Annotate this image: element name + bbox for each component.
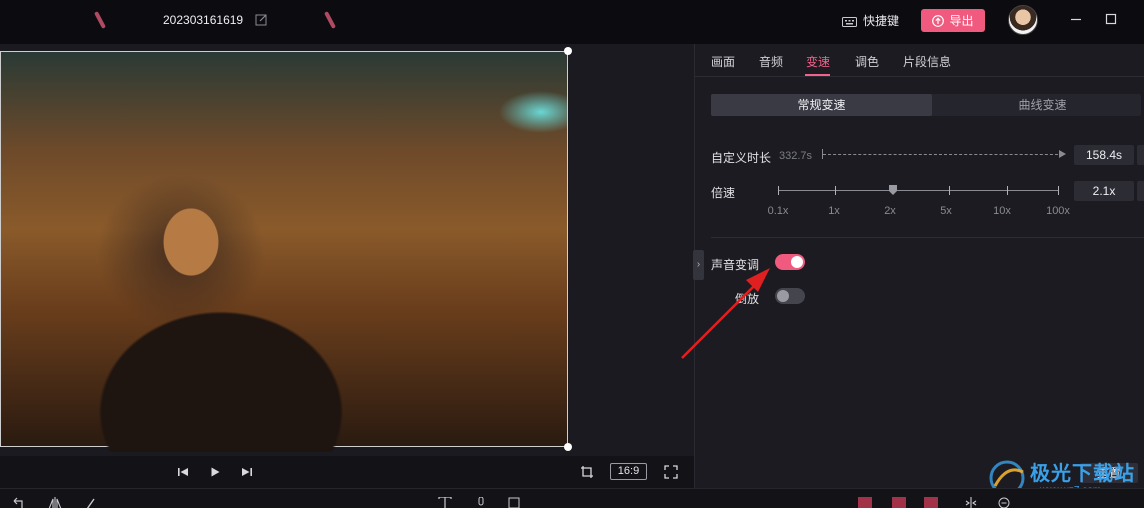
video-frame[interactable] bbox=[0, 51, 568, 452]
duration-stepper[interactable] bbox=[1137, 145, 1144, 165]
play-icon[interactable] bbox=[208, 465, 222, 479]
tab-audio[interactable]: 音频 bbox=[759, 53, 783, 70]
avatar[interactable] bbox=[1008, 5, 1038, 35]
pitch-change-toggle[interactable] bbox=[775, 254, 805, 270]
tick-label: 10x bbox=[993, 205, 1011, 217]
text-icon[interactable] bbox=[438, 497, 452, 508]
original-duration: 332.7s bbox=[779, 150, 813, 162]
speed-slider-thumb[interactable] bbox=[889, 185, 897, 195]
timeline-toolbar bbox=[0, 488, 1144, 508]
slider-tick bbox=[949, 186, 950, 195]
resize-handle-top-right[interactable] bbox=[564, 47, 572, 55]
tick-label: 2x bbox=[884, 205, 896, 217]
slider-tick bbox=[1058, 186, 1059, 195]
minimize-icon[interactable] bbox=[1069, 12, 1083, 26]
next-frame-icon[interactable] bbox=[240, 465, 254, 479]
decorative-stroke bbox=[94, 11, 106, 29]
record-icon[interactable] bbox=[508, 497, 522, 508]
track-icon[interactable] bbox=[858, 497, 872, 508]
previous-frame-icon[interactable] bbox=[176, 465, 190, 479]
split-icon[interactable] bbox=[964, 497, 978, 508]
upload-icon bbox=[932, 14, 945, 27]
speed-stepper[interactable] bbox=[1137, 181, 1144, 201]
duration-input[interactable]: 158.4s bbox=[1074, 145, 1134, 165]
panel-tabs: 画面 音频 变速 调色 片段信息 bbox=[695, 44, 1144, 77]
project-name[interactable]: 202303161619 bbox=[163, 13, 243, 27]
shortcut-label: 快捷键 bbox=[863, 14, 900, 28]
fullscreen-icon[interactable] bbox=[664, 465, 678, 479]
normal-speed-tab[interactable]: 常规变速 bbox=[711, 94, 932, 116]
audio-track-icon[interactable] bbox=[924, 497, 938, 508]
duration-dashed-line bbox=[823, 154, 1063, 155]
toggle-knob bbox=[791, 256, 803, 268]
tab-clip-info[interactable]: 片段信息 bbox=[903, 53, 951, 70]
annotation-arrow bbox=[681, 268, 770, 359]
aspect-ratio-button[interactable]: 16:9 bbox=[610, 463, 647, 480]
tab-picture[interactable]: 画面 bbox=[711, 53, 735, 70]
preview-area bbox=[0, 44, 694, 456]
active-tab-indicator bbox=[805, 74, 830, 76]
slider-tick bbox=[778, 186, 779, 195]
microphone-icon[interactable] bbox=[474, 497, 488, 508]
tick-label: 5x bbox=[940, 205, 952, 217]
brush-icon[interactable] bbox=[84, 497, 98, 508]
speed-mode-switch: 常规变速 曲线变速 bbox=[711, 94, 1141, 116]
tick-label: 100x bbox=[1046, 205, 1070, 217]
crop-icon[interactable] bbox=[580, 465, 594, 479]
duration-arrow bbox=[1059, 150, 1066, 158]
zoom-out-icon[interactable] bbox=[998, 497, 1012, 508]
mirror-icon[interactable] bbox=[48, 497, 62, 508]
edit-icon[interactable] bbox=[255, 13, 268, 26]
shortcut-button[interactable]: 快捷键 bbox=[842, 12, 899, 29]
reverse-toggle[interactable] bbox=[775, 288, 805, 304]
video-subject bbox=[41, 182, 401, 452]
keyboard-icon bbox=[842, 16, 857, 27]
playback-bar: 16:9 bbox=[0, 456, 694, 488]
slider-tick bbox=[1007, 186, 1008, 195]
tick-label: 1x bbox=[828, 205, 840, 217]
slider-tick bbox=[835, 186, 836, 195]
custom-duration-label: 自定义时长 bbox=[711, 151, 772, 165]
section-divider bbox=[711, 237, 1144, 238]
speed-slider[interactable] bbox=[778, 190, 1059, 191]
export-button[interactable]: 导出 bbox=[921, 9, 985, 32]
resize-handle-bottom-right[interactable] bbox=[564, 443, 572, 451]
title-bar: 202303161619 快捷键 导出 bbox=[0, 0, 1144, 44]
tab-speed[interactable]: 变速 bbox=[806, 53, 830, 70]
tab-color[interactable]: 调色 bbox=[855, 53, 879, 70]
speed-input[interactable]: 2.1x bbox=[1074, 181, 1134, 201]
export-label: 导出 bbox=[949, 14, 974, 28]
undo-icon[interactable] bbox=[12, 497, 26, 508]
maximize-icon[interactable] bbox=[1104, 12, 1118, 26]
split-track-icon[interactable] bbox=[892, 497, 906, 508]
curve-speed-tab[interactable]: 曲线变速 bbox=[932, 94, 1144, 116]
tick-label: 0.1x bbox=[767, 205, 789, 217]
decorative-stroke bbox=[324, 11, 336, 29]
toggle-knob bbox=[777, 290, 789, 302]
watermark-text: 极光下载站 bbox=[1030, 463, 1135, 485]
speed-label: 倍速 bbox=[711, 186, 736, 200]
